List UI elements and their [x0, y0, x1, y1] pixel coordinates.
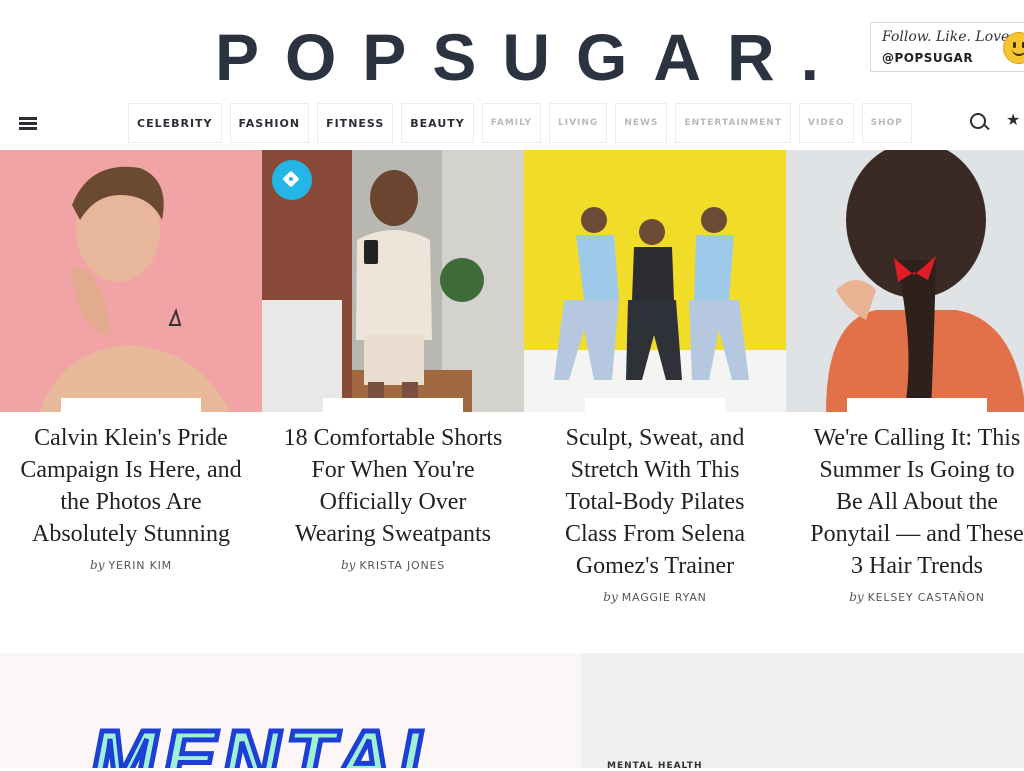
author-link[interactable]: KELSEY CASTAÑON [868, 591, 985, 604]
article-title[interactable]: Calvin Klein's Pride Campaign Is Here, a… [18, 422, 244, 550]
promo-panel: MENTAL HEALTH [581, 653, 1024, 771]
tag-icon[interactable] [272, 160, 312, 200]
nav-living[interactable]: LIVING [549, 103, 608, 143]
main-nav: CELEBRITY FASHION FITNESS BEAUTY FAMILY … [128, 103, 912, 143]
article-card[interactable]: 18 Comfortable Shorts For When You're Of… [262, 150, 524, 572]
nav-beauty[interactable]: BEAUTY [401, 103, 474, 143]
article-image[interactable] [524, 150, 786, 412]
article-image[interactable] [0, 150, 262, 412]
promo-headline: MENTAL [87, 712, 454, 769]
author-link[interactable]: YERIN KIM [109, 559, 172, 572]
follow-handle[interactable]: @POPSUGAR [882, 51, 973, 65]
nav-fitness[interactable]: FITNESS [317, 103, 394, 143]
article-image[interactable] [786, 150, 1024, 412]
nav-fashion[interactable]: FASHION [229, 103, 310, 143]
search-icon[interactable] [970, 113, 986, 129]
follow-tagline: Follow. Like. Love. [882, 29, 1014, 45]
author-link[interactable]: KRISTA JONES [359, 559, 445, 572]
nav-family[interactable]: FAMILY [481, 103, 541, 143]
nav-video[interactable]: VIDEO [798, 103, 854, 143]
author-link[interactable]: MAGGIE RYAN [622, 591, 707, 604]
nav-news[interactable]: NEWS [615, 103, 668, 143]
menu-icon[interactable] [19, 117, 37, 131]
promo-category-label[interactable]: MENTAL HEALTH [607, 761, 702, 771]
nav-entertainment[interactable]: ENTERTAINMENT [675, 103, 791, 143]
promo-banner[interactable]: MENTAL [0, 653, 581, 768]
article-card[interactable]: We're Calling It: This Summer Is Going t… [786, 150, 1024, 604]
article-card[interactable]: Calvin Klein's Pride Campaign Is Here, a… [0, 150, 262, 572]
star-icon[interactable]: ★ [1006, 110, 1020, 129]
article-title[interactable]: 18 Comfortable Shorts For When You're Of… [280, 422, 506, 550]
article-card[interactable]: Sculpt, Sweat, and Stretch With This Tot… [524, 150, 786, 604]
smiley-icon [1003, 32, 1024, 64]
article-title[interactable]: We're Calling It: This Summer Is Going t… [804, 422, 1024, 582]
follow-widget[interactable]: Follow. Like. Love. @POPSUGAR [870, 22, 1024, 72]
article-image[interactable] [262, 150, 524, 412]
article-title[interactable]: Sculpt, Sweat, and Stretch With This Tot… [542, 422, 768, 582]
article-byline: by KELSEY CASTAÑON [849, 590, 985, 604]
article-byline: by YERIN KIM [90, 558, 172, 572]
article-byline: by MAGGIE RYAN [603, 590, 707, 604]
article-byline: by KRISTA JONES [340, 558, 446, 572]
nav-shop[interactable]: SHOP [861, 103, 912, 143]
nav-celebrity[interactable]: CELEBRITY [128, 103, 222, 143]
